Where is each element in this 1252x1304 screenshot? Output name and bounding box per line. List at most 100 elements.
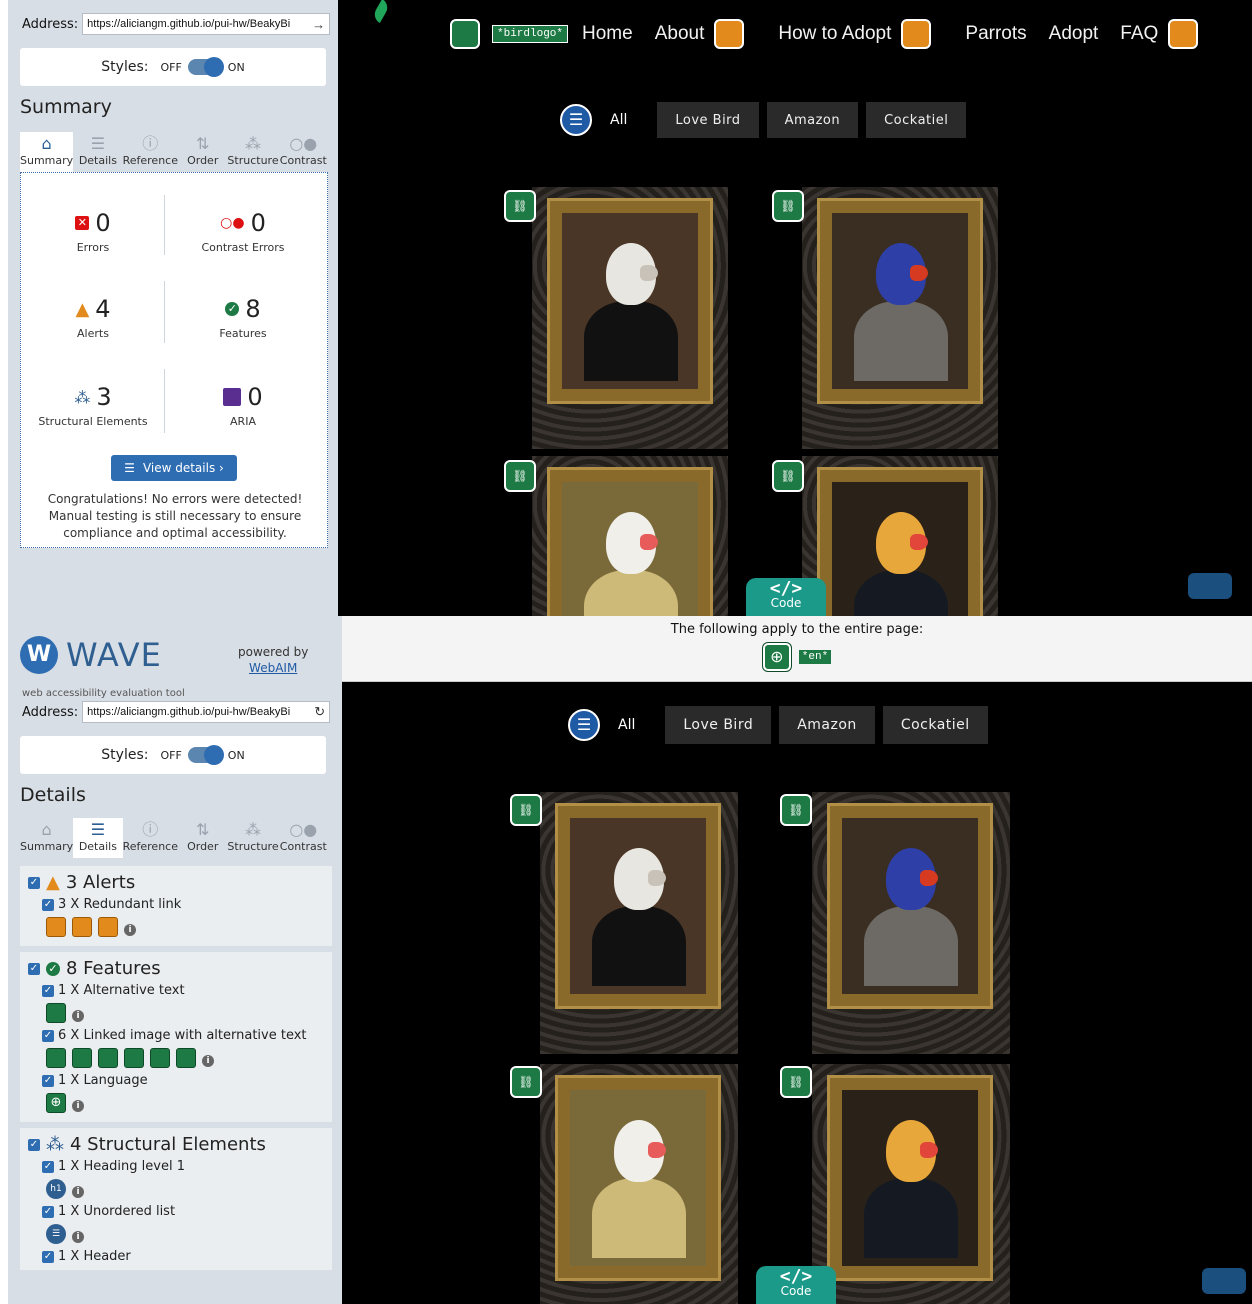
language-globe-icon[interactable]: ⊕: [762, 643, 791, 671]
info-icon[interactable]: i: [72, 1231, 84, 1243]
view-details-button[interactable]: ☰ View details ›: [111, 455, 237, 481]
tab-reference[interactable]: ⓘ Reference: [123, 818, 178, 858]
webaim-link[interactable]: WebAIM: [238, 660, 308, 676]
language-globe-icon[interactable]: ⊕: [46, 1093, 66, 1113]
stat-aria[interactable]: 0 ARIA: [173, 383, 313, 428]
stat-structural[interactable]: ⁂ 3 Structural Elements: [23, 383, 163, 428]
section-title: Details: [20, 784, 86, 806]
linked-image-icon[interactable]: [98, 1048, 118, 1068]
info-icon[interactable]: i: [72, 1100, 84, 1112]
tab-structure[interactable]: ⁂ Structure: [227, 818, 278, 858]
info-icon[interactable]: i: [72, 1186, 84, 1198]
styles-toggle[interactable]: [187, 745, 224, 765]
unordered-list-icon[interactable]: ☰: [568, 709, 600, 741]
unordered-list-icon[interactable]: ☰: [46, 1224, 66, 1244]
linked-image-icon[interactable]: [124, 1048, 144, 1068]
reload-icon[interactable]: ↻: [309, 704, 325, 720]
linked-image-icon[interactable]: ⛓: [510, 1066, 542, 1098]
tab-order[interactable]: ⇅ Order: [178, 818, 227, 858]
styles-toggle[interactable]: [187, 57, 224, 77]
filter-all[interactable]: All: [610, 112, 627, 128]
tab-summary[interactable]: ⌂ Summary: [20, 132, 74, 172]
address-input[interactable]: https://aliciangm.github.io/pui-hw/Beaky…: [82, 13, 331, 35]
scroll-button[interactable]: [1188, 573, 1232, 599]
address-url: https://aliciangm.github.io/pui-hw/Beaky…: [87, 18, 291, 30]
linked-image-icon[interactable]: ⛓: [772, 190, 804, 222]
tab-contrast[interactable]: ○● Contrast: [279, 132, 328, 172]
group-checkbox[interactable]: ✓: [28, 876, 40, 889]
tab-contrast[interactable]: ○● Contrast: [279, 818, 328, 858]
item-checkbox[interactable]: ✓: [42, 1074, 54, 1087]
item-checkbox[interactable]: ✓: [42, 984, 54, 997]
linked-image-icon[interactable]: [72, 1048, 92, 1068]
filter-amazon[interactable]: Amazon: [779, 706, 875, 744]
linked-image-icon[interactable]: [176, 1048, 196, 1068]
stat-alerts[interactable]: ▲ 4 Alerts: [23, 295, 163, 340]
nav-home[interactable]: Home: [582, 23, 633, 45]
stat-errors[interactable]: ✕ 0 Errors: [23, 209, 163, 254]
panel-tabs: ⌂ Summary ☰ Details ⓘ Reference ⇅ Order ⁂ Str…: [20, 818, 328, 858]
tab-structure[interactable]: ⁂ Structure: [227, 132, 278, 172]
scroll-button[interactable]: [1202, 1268, 1246, 1294]
nav-adopt[interactable]: Adopt: [1049, 23, 1099, 45]
code-toggle-tab[interactable]: </> Code: [756, 1266, 836, 1304]
linked-image-icon[interactable]: ⛓: [772, 460, 804, 492]
item-checkbox[interactable]: ✓: [42, 1029, 54, 1042]
linked-image-icon[interactable]: ⛓: [504, 460, 536, 492]
nav-about[interactable]: About: [655, 23, 705, 45]
stat-contrast-errors[interactable]: ○● 0 Contrast Errors: [173, 209, 313, 254]
tab-order[interactable]: ⇅ Order: [178, 132, 227, 172]
nav-how-to-adopt[interactable]: How to Adopt: [778, 23, 891, 45]
redundant-link-icon[interactable]: [714, 19, 745, 49]
stat-features[interactable]: ✓ 8 Features: [173, 295, 313, 340]
alt-text-icon[interactable]: [46, 1003, 66, 1023]
linked-image-icon[interactable]: ⛓: [780, 794, 812, 826]
filter-all[interactable]: All: [618, 717, 635, 733]
redundant-link-icon[interactable]: [901, 19, 932, 49]
portrait-rainbow-lorikeet[interactable]: [802, 187, 998, 449]
unordered-list-icon[interactable]: ☰: [560, 104, 592, 136]
tab-reference[interactable]: ⓘ Reference: [123, 132, 178, 172]
portrait-lovebird-white[interactable]: [540, 1064, 738, 1304]
portrait-cockatiel[interactable]: [532, 187, 728, 449]
item-checkbox[interactable]: ✓: [42, 1160, 54, 1173]
redundant-link-icon[interactable]: [1168, 19, 1199, 49]
item-checkbox[interactable]: ✓: [42, 898, 54, 911]
styles-label: Styles:: [101, 59, 149, 75]
linked-image-icon[interactable]: ⛓: [504, 190, 536, 222]
address-input[interactable]: https://aliciangm.github.io/pui-hw/Beaky…: [82, 701, 331, 723]
redundant-link-icon[interactable]: [98, 917, 118, 937]
redundant-link-icon[interactable]: [72, 917, 92, 937]
linked-image-icon[interactable]: [46, 1048, 66, 1068]
item-checkbox[interactable]: ✓: [42, 1205, 54, 1218]
linked-image-icon[interactable]: ⛓: [510, 794, 542, 826]
group-checkbox[interactable]: ✓: [28, 962, 40, 975]
image-alt-icon[interactable]: [450, 19, 480, 49]
nav-faq[interactable]: FAQ: [1120, 23, 1158, 45]
redundant-link-icon[interactable]: [46, 917, 66, 937]
group-checkbox[interactable]: ✓: [28, 1138, 40, 1151]
nav-parrots[interactable]: Parrots: [965, 23, 1026, 45]
heading-h1-icon[interactable]: h1: [46, 1179, 66, 1199]
tab-details[interactable]: ☰ Details: [73, 132, 122, 172]
linked-image-icon[interactable]: ⛓: [780, 1066, 812, 1098]
portrait-rainbow-lorikeet[interactable]: [812, 792, 1010, 1054]
filter-love-bird[interactable]: Love Bird: [665, 706, 772, 744]
item-checkbox[interactable]: ✓: [42, 1250, 54, 1263]
info-icon[interactable]: i: [202, 1055, 214, 1067]
filter-love-bird[interactable]: Love Bird: [657, 102, 759, 138]
code-toggle-tab[interactable]: </> Code: [746, 578, 826, 616]
filter-amazon[interactable]: Amazon: [766, 102, 859, 138]
tab-summary[interactable]: ⌂ Summary: [20, 818, 73, 858]
portrait-cockatiel[interactable]: [540, 792, 738, 1054]
filter-cockatiel[interactable]: Cockatiel: [866, 102, 967, 138]
portrait-lovebird-white[interactable]: [532, 456, 728, 616]
portrait-lovebird-peach[interactable]: [802, 456, 998, 616]
info-icon[interactable]: i: [124, 924, 136, 936]
linked-image-icon[interactable]: [150, 1048, 170, 1068]
filter-cockatiel[interactable]: Cockatiel: [882, 706, 988, 744]
tab-details[interactable]: ☰ Details: [73, 818, 123, 858]
arrow-right-icon[interactable]: →: [309, 17, 325, 32]
portrait-lovebird-peach[interactable]: [812, 1064, 1010, 1304]
info-icon[interactable]: i: [72, 1010, 84, 1022]
